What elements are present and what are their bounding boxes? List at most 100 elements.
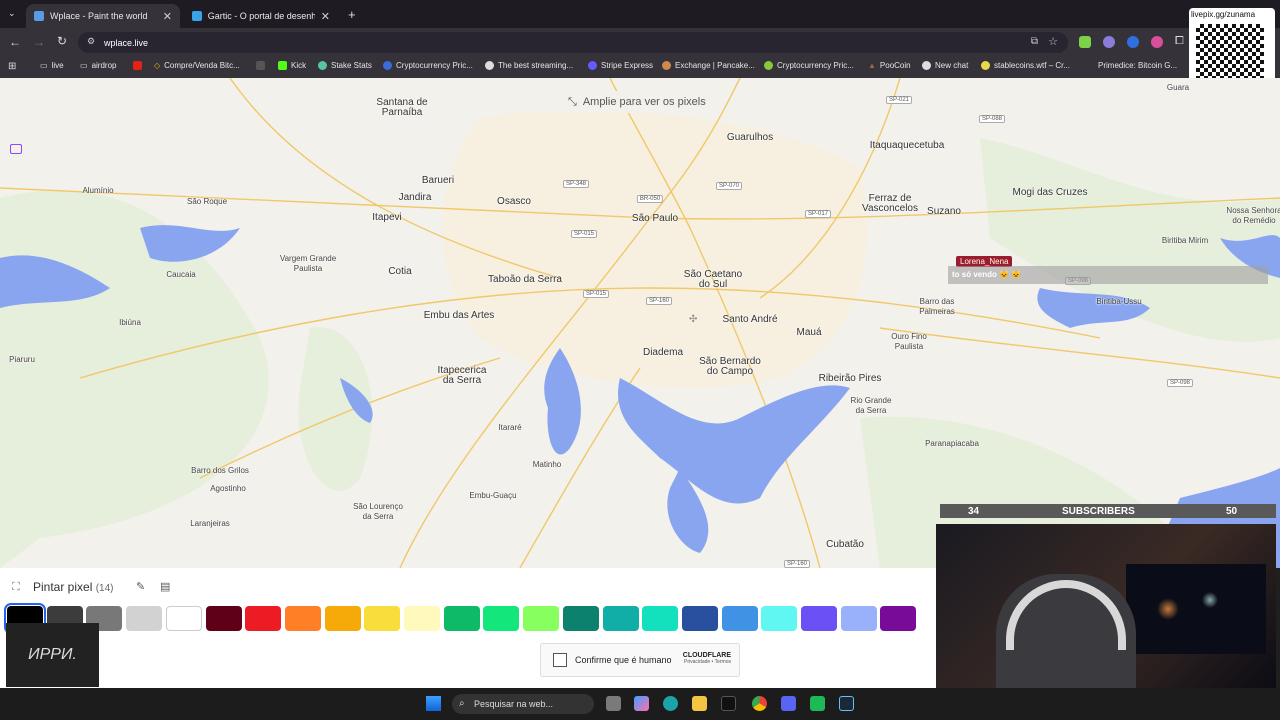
captcha-links[interactable]: Privacidade • Termos xyxy=(683,659,731,665)
stream-logo: ИРРИ. xyxy=(6,623,99,687)
extension-icon[interactable] xyxy=(1079,36,1091,48)
city-label: Barro das Palmeiras xyxy=(919,297,955,316)
pencil-icon[interactable]: ✎ xyxy=(136,580,145,593)
extension-icon[interactable] xyxy=(1103,36,1115,48)
stats-icon xyxy=(318,61,327,70)
apps-grid-icon[interactable]: ⊞ xyxy=(8,61,16,72)
map-left-tool-icon[interactable] xyxy=(10,144,22,154)
wplace-favicon-icon xyxy=(34,11,44,21)
bookmark-airdrop[interactable]: ▭ airdrop xyxy=(80,61,116,70)
city-label: Mauá xyxy=(796,327,822,338)
file-explorer-icon[interactable] xyxy=(692,696,707,711)
color-swatch[interactable] xyxy=(126,606,163,631)
reload-icon[interactable]: ↻ xyxy=(57,34,67,48)
color-swatch[interactable] xyxy=(364,606,401,631)
bookmark-stake[interactable] xyxy=(256,61,265,70)
bookmark-label: Exchange | Pancake... xyxy=(675,61,755,70)
city-label: Santana de Parnaíba xyxy=(376,97,428,118)
color-swatch[interactable] xyxy=(205,606,242,631)
bookmark-kick[interactable]: Kick xyxy=(278,61,306,70)
site-info-icon[interactable]: ⚙ xyxy=(87,36,95,47)
bookmark-cryptocurrency-2[interactable]: Cryptocurrency Pric... xyxy=(764,61,854,70)
subs-current: 34 xyxy=(968,505,980,517)
expand-icon[interactable]: ⛶ xyxy=(12,581,20,594)
close-tab-icon[interactable]: ✕ xyxy=(163,10,172,23)
bookmark-pancake[interactable]: Exchange | Pancake... xyxy=(662,61,755,70)
color-swatch[interactable] xyxy=(523,606,560,631)
human-checkbox[interactable] xyxy=(553,653,567,667)
bookmark-stake-stats[interactable]: Stake Stats xyxy=(318,61,372,70)
color-swatch[interactable] xyxy=(324,606,361,631)
zoom-hint: ⤡ Amplie para ver os pixels xyxy=(560,91,714,113)
palette-toggle-icon[interactable]: ▤ xyxy=(160,580,170,593)
city-label: Ibiúna xyxy=(119,318,141,327)
bookmark-label: Cryptocurrency Pric... xyxy=(396,61,473,70)
back-icon[interactable]: ← xyxy=(9,35,21,49)
color-swatch[interactable] xyxy=(801,606,837,631)
bookmark-poocoin[interactable]: ▲ PooCoin xyxy=(868,61,911,70)
bookmark-star-icon[interactable]: ☆ xyxy=(1048,35,1058,48)
color-swatch[interactable] xyxy=(562,606,599,631)
edge-icon[interactable] xyxy=(663,696,678,711)
paint-pixel-count: (14) xyxy=(95,583,114,594)
color-swatch[interactable] xyxy=(284,606,321,631)
bookmark-cryptocurrency[interactable]: Cryptocurrency Pric... xyxy=(383,61,473,70)
color-swatch[interactable] xyxy=(681,606,718,631)
map-canvas[interactable]: ⤡ Amplie para ver os pixels Santana de Pa… xyxy=(0,78,1280,568)
extensions-puzzle-icon[interactable]: ⧠ xyxy=(1175,35,1184,48)
tab-wplace[interactable]: Wplace - Paint the world ✕ xyxy=(26,4,180,28)
app-icon[interactable] xyxy=(810,696,825,711)
windows-start-icon[interactable] xyxy=(426,696,441,711)
bookmark-streaming[interactable]: The best streaming... xyxy=(485,61,573,70)
color-swatch[interactable] xyxy=(761,606,798,631)
zoom-icon: ⤡ xyxy=(568,95,577,108)
color-swatch[interactable] xyxy=(245,606,282,631)
bookmark-label: Stake Stats xyxy=(331,61,372,70)
discord-icon[interactable] xyxy=(781,696,796,711)
color-swatch[interactable] xyxy=(165,606,202,631)
bookmark-stablecoins[interactable]: stablecoins.wtf – Cr... xyxy=(981,61,1070,70)
bookmark-new-chat[interactable]: New chat xyxy=(922,61,968,70)
city-label: Vargem Grande Paulista xyxy=(279,254,337,273)
city-label: Ouro Fino Paulista xyxy=(891,332,927,351)
bookmark-binance[interactable]: ◇ Compre/Venda Bitc... xyxy=(154,61,240,70)
color-swatch[interactable] xyxy=(840,606,877,631)
poocoin-icon: ▲ xyxy=(868,61,876,70)
bookmark-live[interactable]: ▭ live xyxy=(40,61,64,70)
tiktok-icon[interactable] xyxy=(721,696,736,711)
city-label: Jandira xyxy=(398,192,432,203)
bookmark-stripe[interactable]: Stripe Express xyxy=(588,61,653,70)
tab-gartic[interactable]: Gartic - O portal de desenhos o ✕ xyxy=(184,4,338,28)
road-shield: SP-015 xyxy=(582,290,610,298)
color-swatch[interactable] xyxy=(443,606,480,631)
new-tab-icon[interactable]: + xyxy=(348,7,356,22)
steam-icon[interactable] xyxy=(839,696,854,711)
color-swatch[interactable] xyxy=(642,606,679,631)
color-swatch[interactable] xyxy=(721,606,758,631)
tab-list-chevron-icon[interactable]: ⌄ xyxy=(8,8,16,19)
bookmark-label: Cryptocurrency Pric... xyxy=(777,61,854,70)
extension-icon[interactable] xyxy=(1127,36,1139,48)
bookmark-primedice[interactable]: Primedice: Bitcoin G... xyxy=(1098,61,1177,70)
city-label: Cubatão xyxy=(826,539,864,550)
address-bar[interactable]: ⚙ wplace.live ⧉ ☆ xyxy=(78,32,1068,53)
color-swatch[interactable] xyxy=(880,606,917,631)
color-swatch[interactable] xyxy=(404,606,440,631)
zoom-hint-text: Amplie para ver os pixels xyxy=(582,96,706,108)
color-swatch[interactable] xyxy=(602,606,639,631)
taskbar-search[interactable]: ⌕ Pesquisar na web... xyxy=(452,694,594,714)
stripe-icon xyxy=(588,61,597,70)
task-view-icon[interactable] xyxy=(606,696,621,711)
city-label: Alumínio xyxy=(82,186,114,195)
paint-title: Pintar pixel (14) xyxy=(33,580,114,594)
install-app-icon[interactable]: ⧉ xyxy=(1031,36,1038,47)
close-tab-icon[interactable]: ✕ xyxy=(321,10,330,23)
extension-icon[interactable] xyxy=(1151,36,1163,48)
copilot-icon[interactable] xyxy=(634,696,649,711)
city-label: Taboão da Serra xyxy=(488,274,562,285)
color-swatch[interactable] xyxy=(483,606,520,631)
city-label: São Roque xyxy=(186,197,228,206)
chrome-icon[interactable] xyxy=(752,696,767,711)
bookmark-youtube[interactable] xyxy=(133,61,142,70)
forward-icon[interactable]: → xyxy=(33,35,45,49)
